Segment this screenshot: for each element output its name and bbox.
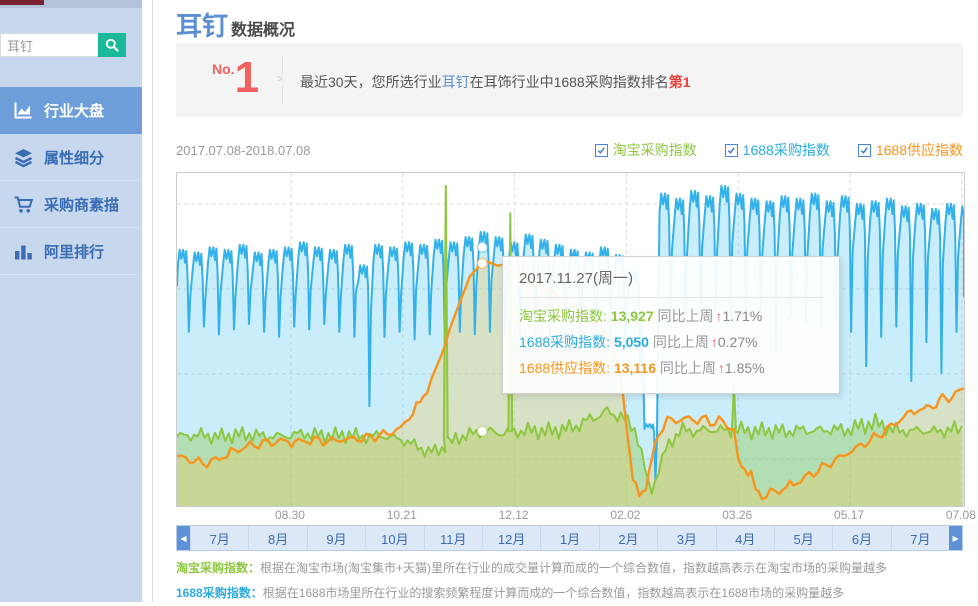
month-tab-9月[interactable]: 9月 bbox=[307, 526, 365, 550]
month-tab-2月[interactable]: 2月 bbox=[599, 526, 657, 550]
sidebar: 行业大盘属性细分采购商素描阿里排行 bbox=[0, 0, 142, 602]
legend-toggle-1688采购指数[interactable]: 1688采购指数 bbox=[725, 140, 830, 160]
month-tab-7月[interactable]: 7月 bbox=[891, 526, 949, 550]
x-tick-label: 12.12 bbox=[499, 508, 529, 522]
index-footnotes: 淘宝采购指数：根据在淘宝市场(淘宝集市+天猫)里所在行业的成交量计算而成的一个综… bbox=[176, 556, 887, 606]
search-icon bbox=[102, 37, 122, 53]
checkbox-checked-icon[interactable] bbox=[725, 144, 738, 157]
month-tab-12月[interactable]: 12月 bbox=[482, 526, 540, 550]
month-tab-8月[interactable]: 8月 bbox=[248, 526, 306, 550]
x-tick-label: 02.02 bbox=[610, 508, 640, 522]
rank-description: 最近30天，您所选行业耳钉在耳饰行业中1688采购指数排名第1 bbox=[300, 72, 691, 92]
series-legend: 淘宝采购指数 1688采购指数 1688供应指数 bbox=[176, 140, 963, 160]
month-tab-1月[interactable]: 1月 bbox=[540, 526, 598, 550]
browser-artifact bbox=[0, 0, 44, 5]
month-tab-10月[interactable]: 10月 bbox=[365, 526, 423, 550]
month-tab-11月[interactable]: 11月 bbox=[424, 526, 482, 550]
tooltip-row: 淘宝采购指数: 13,927 同比上周↑1.71% bbox=[519, 303, 823, 329]
legend-label: 1688供应指数 bbox=[876, 140, 963, 160]
hover-marker bbox=[477, 426, 487, 436]
chart-tooltip: 2017.11.27(周一) 淘宝采购指数: 13,927 同比上周↑1.71%… bbox=[502, 256, 840, 394]
rank-text-before: 最近30天，您所选行业 bbox=[300, 74, 442, 90]
footnote: 淘宝采购指数：根据在淘宝市场(淘宝集市+天猫)里所在行业的成交量计算而成的一个综… bbox=[176, 556, 887, 581]
rank-value: 1 bbox=[235, 53, 259, 102]
next-month-button[interactable]: ▶ bbox=[949, 526, 962, 550]
sidebar-item-label: 属性细分 bbox=[44, 147, 104, 168]
title-keyword: 耳钉 bbox=[176, 11, 228, 41]
up-arrow-icon: ↑ bbox=[711, 334, 718, 350]
x-tick-label: 03.26 bbox=[722, 508, 752, 522]
sidebar-menu: 行业大盘属性细分采购商素描阿里排行 bbox=[0, 87, 142, 275]
cart-icon bbox=[13, 194, 34, 215]
month-tab-3月[interactable]: 3月 bbox=[657, 526, 715, 550]
up-arrow-icon: ↑ bbox=[716, 308, 723, 324]
search-button[interactable] bbox=[98, 33, 126, 57]
prev-month-button[interactable]: ◀ bbox=[177, 526, 190, 550]
tooltip-row: 1688采购指数: 5,050 同比上周↑0.27% bbox=[519, 329, 823, 355]
month-tab-7月[interactable]: 7月 bbox=[190, 526, 248, 550]
search-input[interactable] bbox=[0, 33, 98, 57]
bar-chart-icon bbox=[13, 241, 34, 262]
month-pagination: ◀7月8月9月10月11月12月1月2月3月4月5月6月7月▶ bbox=[176, 525, 963, 551]
sidebar-item-采购商素描[interactable]: 采购商素描 bbox=[0, 181, 142, 228]
layers-icon bbox=[13, 147, 34, 168]
rank-text-middle: 在耳饰行业中1688采购指数排名 bbox=[470, 74, 669, 90]
month-tab-5月[interactable]: 5月 bbox=[774, 526, 832, 550]
chevron-right-icon: > bbox=[277, 74, 283, 86]
area-chart-icon bbox=[13, 100, 34, 121]
footnote: 1688采购指数：根据在1688市场里所在行业的搜索频繁程度计算而成的一个综合数… bbox=[176, 581, 887, 606]
sidebar-item-label: 阿里排行 bbox=[44, 241, 104, 262]
sidebar-item-属性细分[interactable]: 属性细分 bbox=[0, 134, 142, 181]
month-tab-6月[interactable]: 6月 bbox=[832, 526, 890, 550]
rank-keyword: 耳钉 bbox=[442, 74, 470, 90]
rank-number: No.1 bbox=[212, 56, 259, 100]
x-tick-label: 05.17 bbox=[834, 508, 864, 522]
x-tick-label: 07.08 bbox=[946, 508, 976, 522]
sidebar-item-行业大盘[interactable]: 行业大盘 bbox=[0, 87, 142, 134]
month-tab-4月[interactable]: 4月 bbox=[716, 526, 774, 550]
hover-marker bbox=[477, 258, 487, 268]
banner-separator: > bbox=[282, 55, 283, 105]
title-subtitle: 数据概况 bbox=[231, 22, 295, 39]
checkbox-checked-icon[interactable] bbox=[595, 144, 608, 157]
keyword-search bbox=[0, 33, 126, 57]
sidebar-item-label: 采购商素描 bbox=[44, 194, 119, 215]
x-tick-label: 08.30 bbox=[275, 508, 305, 522]
rank-label: 第1 bbox=[669, 74, 691, 90]
legend-label: 淘宝采购指数 bbox=[613, 140, 697, 160]
sidebar-item-阿里排行[interactable]: 阿里排行 bbox=[0, 228, 142, 275]
content-divider bbox=[152, 0, 153, 602]
tooltip-date: 2017.11.27(周一) bbox=[519, 267, 823, 298]
x-axis-labels: 08.3010.2112.1202.0203.2605.1707.08 bbox=[176, 508, 963, 522]
legend-toggle-淘宝采购指数[interactable]: 淘宝采购指数 bbox=[595, 140, 697, 160]
x-tick-label: 10.21 bbox=[387, 508, 417, 522]
legend-toggle-1688供应指数[interactable]: 1688供应指数 bbox=[858, 140, 963, 160]
industry-dashboard: { "sidebar": { "search": {"value": "耳钉"}… bbox=[0, 0, 978, 602]
checkbox-checked-icon[interactable] bbox=[858, 144, 871, 157]
up-arrow-icon: ↑ bbox=[718, 360, 725, 376]
hover-marker bbox=[477, 242, 487, 252]
rank-prefix: No. bbox=[212, 61, 235, 77]
tooltip-row: 1688供应指数: 13,116 同比上周↑1.85% bbox=[519, 355, 823, 381]
sidebar-item-label: 行业大盘 bbox=[44, 100, 104, 121]
page-title: 耳钉数据概况 bbox=[176, 6, 295, 43]
rank-banner: No.1 > 最近30天，您所选行业耳钉在耳饰行业中1688采购指数排名第1 bbox=[176, 43, 963, 117]
legend-label: 1688采购指数 bbox=[743, 140, 830, 160]
